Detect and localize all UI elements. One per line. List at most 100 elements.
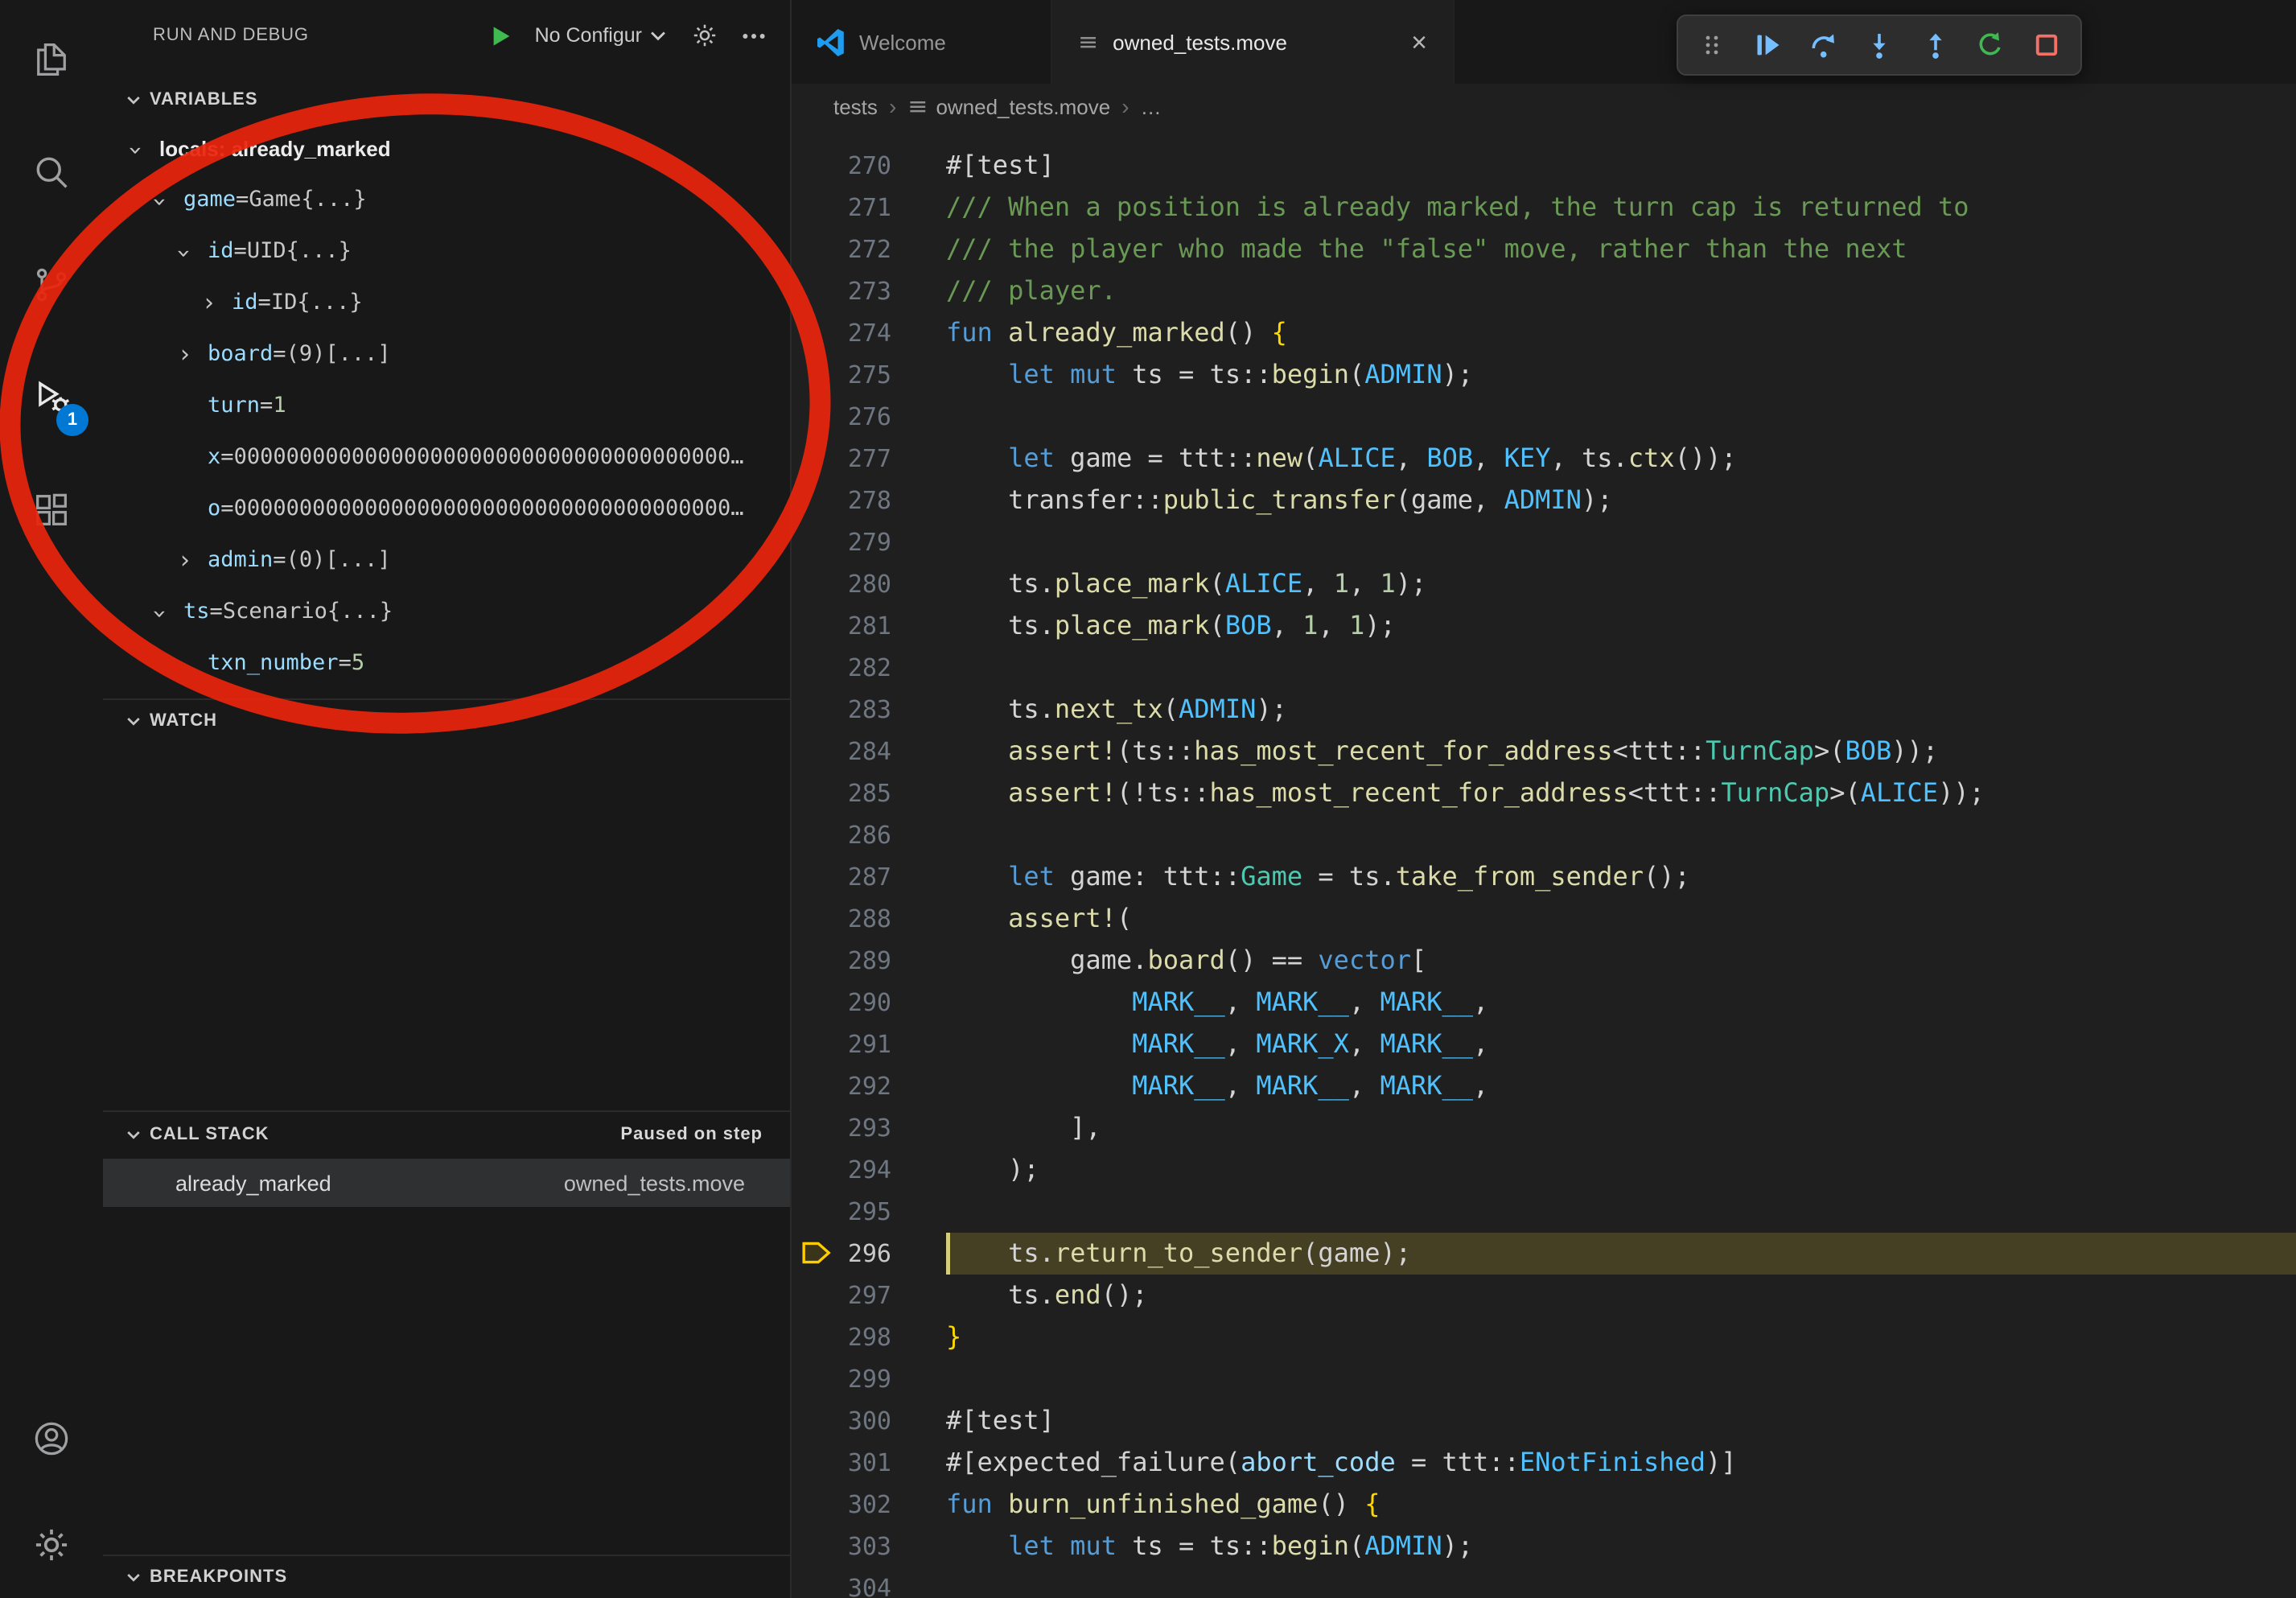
line-number-gutter[interactable]: 282 xyxy=(792,647,891,689)
code-line-283[interactable]: 283 ts.next_tx(ADMIN); xyxy=(792,689,2296,731)
chevron-down-icon[interactable] xyxy=(156,599,183,624)
code-text[interactable] xyxy=(946,1567,2296,1598)
code-text[interactable]: ts.next_tx(ADMIN); xyxy=(946,689,2296,731)
line-number-gutter[interactable]: 302 xyxy=(792,1484,891,1526)
code-text[interactable] xyxy=(946,521,2296,563)
line-number-gutter[interactable]: 277 xyxy=(792,438,891,480)
code-text[interactable]: assert!(ts::has_most_recent_for_address<… xyxy=(946,731,2296,772)
line-number-gutter[interactable]: 303 xyxy=(792,1526,891,1567)
code-line-290[interactable]: 290 MARK__, MARK__, MARK__, xyxy=(792,982,2296,1023)
code-line-281[interactable]: 281 ts.place_mark(BOB, 1, 1); xyxy=(792,605,2296,647)
call-stack-section-header[interactable]: CALL STACK Paused on step xyxy=(103,1110,790,1155)
code-text[interactable]: fun burn_unfinished_game() { xyxy=(946,1484,2296,1526)
line-number-gutter[interactable]: 285 xyxy=(792,772,891,814)
watch-section-header[interactable]: WATCH xyxy=(103,698,790,742)
variables-section-header[interactable]: VARIABLES xyxy=(103,77,790,121)
code-text[interactable]: ); xyxy=(946,1149,2296,1191)
line-number-gutter[interactable]: 292 xyxy=(792,1065,891,1107)
line-number-gutter[interactable]: 271 xyxy=(792,187,891,229)
code-line-284[interactable]: 284 assert!(ts::has_most_recent_for_addr… xyxy=(792,731,2296,772)
code-text[interactable]: fun already_marked() { xyxy=(946,312,2296,354)
code-line-304[interactable]: 304 xyxy=(792,1567,2296,1598)
variable-row[interactable]: txn_number = 5 xyxy=(103,637,790,689)
code-line-303[interactable]: 303 let mut ts = ts::begin(ADMIN); xyxy=(792,1526,2296,1567)
variable-row[interactable]: id = UID{...} xyxy=(103,225,790,277)
code-text[interactable]: /// the player who made the "false" move… xyxy=(946,229,2296,270)
code-text[interactable] xyxy=(946,647,2296,689)
account-icon[interactable] xyxy=(0,1386,103,1492)
code-line-278[interactable]: 278 transfer::public_transfer(game, ADMI… xyxy=(792,480,2296,521)
source-control-icon[interactable] xyxy=(0,229,103,341)
code-text[interactable]: ts.end(); xyxy=(946,1275,2296,1316)
code-text[interactable]: let game = ttt::new(ALICE, BOB, KEY, ts.… xyxy=(946,438,2296,480)
variable-row[interactable]: o = 000000000000000000000000000000000000… xyxy=(103,483,790,534)
code-line-271[interactable]: 271 /// When a position is already marked… xyxy=(792,187,2296,229)
variable-scope-row[interactable]: locals: already_marked xyxy=(103,122,790,174)
debug-settings-button[interactable] xyxy=(690,21,719,50)
run-and-debug-icon[interactable]: 1 xyxy=(0,341,103,454)
line-number-gutter[interactable]: 297 xyxy=(792,1275,891,1316)
code-line-282[interactable]: 282 xyxy=(792,647,2296,689)
code-line-297[interactable]: 297 ts.end(); xyxy=(792,1275,2296,1316)
code-text[interactable]: ], xyxy=(946,1107,2296,1149)
code-text[interactable]: transfer::public_transfer(game, ADMIN); xyxy=(946,480,2296,521)
step-over-button[interactable] xyxy=(1800,21,1848,69)
line-number-gutter[interactable]: 276 xyxy=(792,396,891,438)
code-text[interactable]: assert!(!ts::has_most_recent_for_address… xyxy=(946,772,2296,814)
code-line-288[interactable]: 288 assert!( xyxy=(792,898,2296,940)
code-line-294[interactable]: 294 ); xyxy=(792,1149,2296,1191)
line-number-gutter[interactable]: 280 xyxy=(792,563,891,605)
line-number-gutter[interactable]: 291 xyxy=(792,1023,891,1065)
code-line-286[interactable]: 286 xyxy=(792,814,2296,856)
line-number-gutter[interactable]: 294 xyxy=(792,1149,891,1191)
code-line-295[interactable]: 295 xyxy=(792,1191,2296,1233)
chevron-right-icon[interactable] xyxy=(204,290,232,315)
code-text[interactable]: /// When a position is already marked, t… xyxy=(946,187,2296,229)
line-number-gutter[interactable]: 284 xyxy=(792,731,891,772)
code-text[interactable]: #[test] xyxy=(946,145,2296,187)
variable-row[interactable]: ts = Scenario{...} xyxy=(103,586,790,637)
code-line-301[interactable]: 301#[expected_failure(abort_code = ttt::… xyxy=(792,1442,2296,1484)
code-text[interactable]: let mut ts = ts::begin(ADMIN); xyxy=(946,354,2296,396)
line-number-gutter[interactable]: 289 xyxy=(792,940,891,982)
close-tab-icon[interactable]: × xyxy=(1411,28,1427,56)
code-line-289[interactable]: 289 game.board() == vector[ xyxy=(792,940,2296,982)
line-number-gutter[interactable]: 281 xyxy=(792,605,891,647)
tab-welcome[interactable]: Welcome xyxy=(792,0,1052,84)
code-line-292[interactable]: 292 MARK__, MARK__, MARK__, xyxy=(792,1065,2296,1107)
line-number-gutter[interactable]: 290 xyxy=(792,982,891,1023)
call-stack-frame-row[interactable]: already_marked owned_tests.move xyxy=(103,1159,790,1207)
stop-button[interactable] xyxy=(2022,21,2070,69)
chevron-down-icon[interactable] xyxy=(180,239,208,263)
line-number-gutter[interactable]: 300 xyxy=(792,1400,891,1442)
code-text[interactable]: let mut ts = ts::begin(ADMIN); xyxy=(946,1526,2296,1567)
code-line-274[interactable]: 274fun already_marked() { xyxy=(792,312,2296,354)
restart-button[interactable] xyxy=(1966,21,2014,69)
code-line-276[interactable]: 276 xyxy=(792,396,2296,438)
variable-row[interactable]: turn = 1 xyxy=(103,380,790,431)
code-text[interactable]: /// player. xyxy=(946,270,2296,312)
code-line-275[interactable]: 275 let mut ts = ts::begin(ADMIN); xyxy=(792,354,2296,396)
breadcrumb-item[interactable]: tests xyxy=(833,94,878,118)
breadcrumb-item[interactable]: … xyxy=(1141,94,1162,118)
chevron-down-icon[interactable] xyxy=(156,187,183,212)
code-line-300[interactable]: 300 #[test] xyxy=(792,1400,2296,1442)
line-number-gutter[interactable]: 293 xyxy=(792,1107,891,1149)
line-number-gutter[interactable]: 275 xyxy=(792,354,891,396)
code-line-270[interactable]: 270#[test] xyxy=(792,145,2296,187)
toolbar-drag-handle[interactable] xyxy=(1689,21,1737,69)
variable-row[interactable]: id = ID{...} xyxy=(103,277,790,328)
variable-row[interactable]: admin = (0)[...] xyxy=(103,534,790,586)
variable-row[interactable]: board = (9)[...] xyxy=(103,328,790,380)
extensions-icon[interactable] xyxy=(0,454,103,566)
variable-row[interactable]: game = Game{...} xyxy=(103,174,790,225)
variable-row[interactable]: x = 000000000000000000000000000000000000… xyxy=(103,431,790,483)
code-text[interactable]: #[test] xyxy=(946,1400,2296,1442)
code-text[interactable]: game.board() == vector[ xyxy=(946,940,2296,982)
more-actions-button[interactable] xyxy=(740,22,767,49)
code-line-285[interactable]: 285 assert!(!ts::has_most_recent_for_add… xyxy=(792,772,2296,814)
breadcrumb-item[interactable]: ≡owned_tests.move xyxy=(907,94,1110,118)
line-number-gutter[interactable]: 279 xyxy=(792,521,891,563)
explorer-icon[interactable] xyxy=(0,3,103,116)
breakpoints-section-header[interactable]: BREAKPOINTS xyxy=(103,1555,790,1598)
